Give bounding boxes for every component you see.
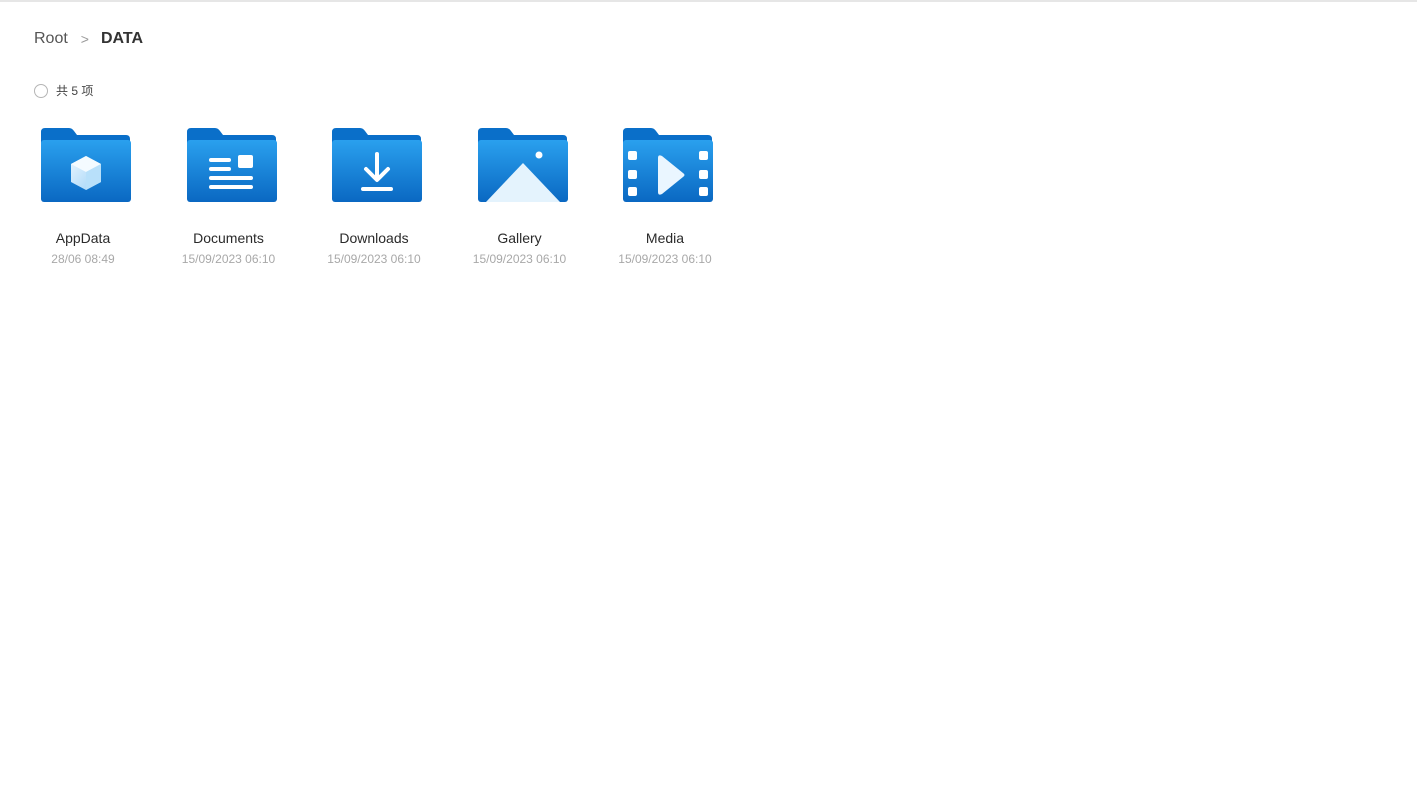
document-folder-icon: [186, 128, 277, 202]
folder-grid: AppData 28/06 08:49 Documents 15/09/2023…: [28, 126, 756, 266]
folder-date: 15/09/2023 06:10: [327, 252, 421, 266]
folder-name: Downloads: [339, 230, 409, 246]
file-browser: Root > DATA 共 5 项 AppData 28/06 08:49 Do…: [0, 0, 1417, 797]
video-folder-icon: [623, 128, 713, 202]
folder-date: 28/06 08:49: [51, 252, 115, 266]
folder-name: Gallery: [497, 230, 542, 246]
folder-date: 15/09/2023 06:10: [618, 252, 712, 266]
folder-item-downloads[interactable]: Downloads 15/09/2023 06:10: [319, 126, 429, 266]
select-all-checkbox[interactable]: [34, 83, 48, 98]
download-folder-icon: [332, 128, 422, 202]
selection-bar: 共 5 项: [34, 82, 93, 99]
breadcrumb-root[interactable]: Root: [34, 30, 68, 48]
item-count-label: 共 5 项: [56, 84, 94, 98]
breadcrumb-separator: >: [80, 31, 89, 47]
folder-item-documents[interactable]: Documents 15/09/2023 06:10: [174, 126, 284, 266]
folder-name: AppData: [55, 230, 111, 246]
folder-item-appdata[interactable]: AppData 28/06 08:49: [28, 126, 138, 266]
breadcrumb: Root > DATA: [34, 30, 143, 48]
folder-item-media[interactable]: Media 15/09/2023 06:10: [610, 126, 720, 266]
image-folder-icon: [477, 128, 568, 202]
breadcrumb-current: DATA: [100, 30, 144, 47]
folder-date: 15/09/2023 06:10: [181, 252, 276, 266]
cube-folder-icon: [41, 128, 131, 202]
folder-item-gallery[interactable]: Gallery 15/09/2023 06:10: [465, 126, 575, 266]
folder-date: 15/09/2023 06:10: [472, 252, 567, 266]
folder-name: Media: [645, 230, 685, 246]
folder-name: Documents: [193, 230, 264, 246]
